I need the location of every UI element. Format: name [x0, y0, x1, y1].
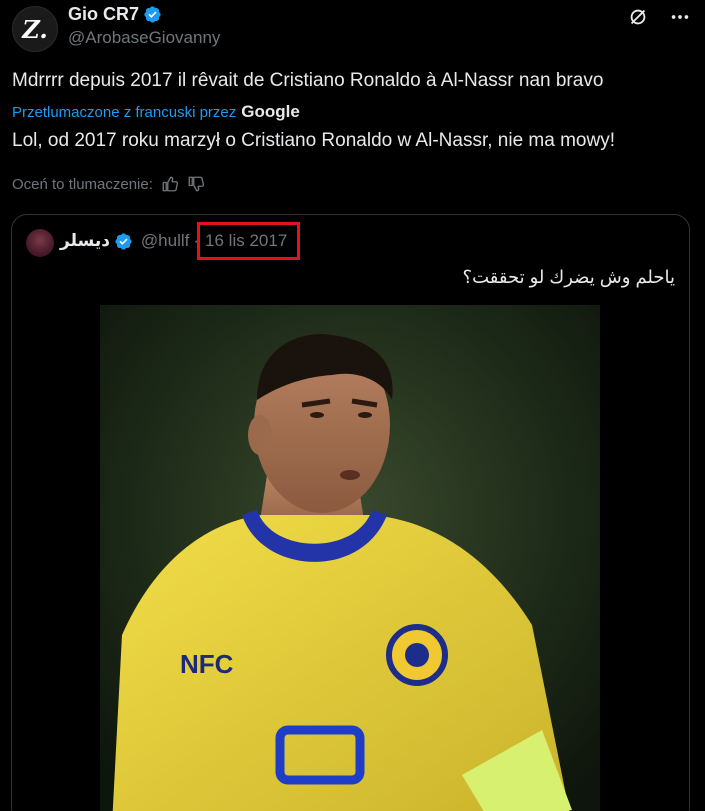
rate-translation-row: Oceń to tlumaczenie: [12, 175, 205, 193]
translated-by-label[interactable]: Przetlumaczone z francuski przez [12, 104, 236, 121]
translated-text: Lol, od 2017 roku marzył o Cristiano Ron… [12, 130, 615, 151]
grok-icon[interactable] [627, 6, 649, 28]
author-handle[interactable]: @ArobaseGiovanny [68, 28, 220, 48]
rate-translation-label: Oceń to tlumaczenie: [12, 175, 153, 193]
tweet-text: Mdrrrr depuis 2017 il rêvait de Cristian… [12, 70, 604, 91]
ronaldo-photo-image: NFC [100, 305, 600, 811]
quoted-author-avatar [26, 229, 54, 257]
author-name-row[interactable]: Gio CR7 [68, 4, 162, 25]
top-actions [627, 6, 691, 28]
author-avatar[interactable]: Z. [12, 6, 58, 52]
jersey-nfc-text: NFC [180, 649, 234, 679]
more-options-icon[interactable] [669, 6, 691, 28]
verified-badge-icon [115, 232, 132, 250]
quoted-tweet-card[interactable]: ديسلر @hullf · 16 lis 2017 ياحلم وش يضرك… [11, 214, 690, 811]
thumbs-up-icon[interactable] [161, 175, 179, 193]
date-highlight-box [197, 222, 300, 260]
thumbs-down-icon[interactable] [187, 175, 205, 193]
quoted-author-name: ديسلر [60, 231, 110, 250]
translator-name: Google [241, 102, 300, 121]
verified-badge-icon [144, 6, 161, 23]
quoted-author-handle: @hullf [140, 231, 190, 250]
translated-by-link[interactable]: Przetlumaczone z francuski przez Google [12, 102, 300, 122]
quoted-tweet-photo[interactable]: NFC [12, 305, 689, 811]
quoted-tweet-text: ياحلم وش يضرك لو تحققت؟ [462, 267, 675, 287]
author-display-name[interactable]: Gio CR7 [68, 4, 139, 25]
avatar-logo: Z. [22, 14, 48, 44]
